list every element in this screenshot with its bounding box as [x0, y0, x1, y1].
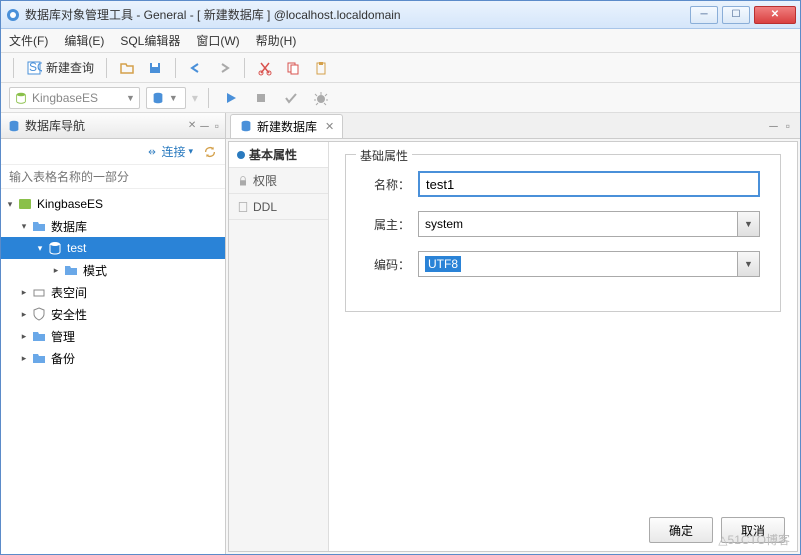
filter-input[interactable]: [1, 165, 225, 189]
svg-text:SQL: SQL: [29, 60, 42, 74]
folder-icon: [31, 350, 47, 366]
menu-sql[interactable]: SQL编辑器: [120, 32, 180, 49]
menu-help[interactable]: 帮助(H): [256, 32, 297, 49]
label-encoding: 编码：: [366, 256, 410, 273]
copy-icon[interactable]: [281, 58, 305, 78]
maximize-button[interactable]: ☐: [722, 6, 750, 24]
menu-window[interactable]: 窗口(W): [196, 32, 239, 49]
commit-icon[interactable]: [279, 88, 303, 108]
ok-button[interactable]: 确定: [649, 517, 713, 543]
name-input[interactable]: [418, 171, 760, 197]
editor-tabbar: 新建数据库 ✕ ─ ▫: [226, 113, 800, 139]
tree-node-backup[interactable]: ▸备份: [1, 347, 225, 369]
tree-node-test[interactable]: ▾test: [1, 237, 225, 259]
link-icon: [146, 146, 158, 158]
label-owner: 属主：: [366, 216, 410, 233]
menu-file[interactable]: 文件(F): [9, 32, 48, 49]
connect-link[interactable]: 连接 ▾: [146, 143, 193, 160]
sidebar-item-ddl[interactable]: DDL: [229, 194, 328, 220]
menu-edit[interactable]: 编辑(E): [64, 32, 104, 49]
folder-icon: [63, 262, 79, 278]
tree-node-databases[interactable]: ▾数据库: [1, 215, 225, 237]
editor-tab-newdb[interactable]: 新建数据库 ✕: [230, 114, 343, 138]
fieldset-title: 基础属性: [356, 147, 412, 164]
folder-icon: [31, 218, 47, 234]
execute-icon[interactable]: [219, 88, 243, 108]
shield-icon: [31, 306, 47, 322]
owner-value: system: [425, 217, 463, 231]
tab-close-icon[interactable]: ✕: [325, 120, 334, 133]
owner-select[interactable]: system ▼: [418, 211, 760, 237]
connection-combo[interactable]: KingbaseES ▼: [9, 87, 140, 109]
app-icon: [5, 7, 21, 23]
titlebar: 数据库对象管理工具 - General - [ 新建数据库 ] @localho…: [1, 1, 800, 29]
database-combo[interactable]: ▼: [146, 87, 186, 109]
menubar: 文件(F) 编辑(E) SQL编辑器 窗口(W) 帮助(H): [1, 29, 800, 53]
window-title: 数据库对象管理工具 - General - [ 新建数据库 ] @localho…: [25, 6, 690, 23]
close-tab-icon[interactable]: ✕: [188, 120, 196, 131]
connection-name: KingbaseES: [32, 91, 122, 105]
editor-panel: 新建数据库 ✕ ─ ▫ 基本属性 权限 DDL 基础属性: [226, 113, 800, 554]
main-toolbar: SQL 新建查询: [1, 53, 800, 83]
label-name: 名称：: [366, 176, 410, 193]
database-icon: [47, 240, 63, 256]
navigator-title: 数据库导航: [25, 117, 184, 134]
encoding-select[interactable]: UTF8 ▼: [418, 251, 760, 277]
save-icon[interactable]: [143, 58, 167, 78]
paste-icon[interactable]: [309, 58, 333, 78]
stop-icon[interactable]: [249, 88, 273, 108]
chevron-down-icon: ▼: [126, 93, 135, 103]
new-query-label: 新建查询: [46, 59, 94, 76]
sidebar-item-basic[interactable]: 基本属性: [229, 142, 328, 168]
tree-node-tablespaces[interactable]: ▸表空间: [1, 281, 225, 303]
property-sidebar: 基本属性 权限 DDL: [229, 142, 329, 551]
tree-node-schema[interactable]: ▸模式: [1, 259, 225, 281]
connection-icon: [17, 196, 33, 212]
database-icon: [14, 91, 28, 105]
redo-icon[interactable]: [212, 58, 236, 78]
restore-editor-icon[interactable]: ▫: [786, 119, 790, 133]
navigator-tab[interactable]: 数据库导航 ✕ ─ ▫: [1, 113, 225, 139]
db-icon: [151, 91, 165, 105]
connection-toolbar: KingbaseES ▼ ▼ ▾: [1, 83, 800, 113]
script-icon: [237, 201, 249, 213]
minimize-button[interactable]: ─: [690, 6, 718, 24]
encoding-value: UTF8: [425, 256, 461, 272]
cut-icon[interactable]: [253, 58, 277, 78]
debug-icon[interactable]: [309, 88, 333, 108]
bullet-icon: [237, 151, 245, 159]
db-tree: ▾KingbaseES ▾数据库 ▾test ▸模式 ▸表空间 ▸安全性 ▸管理…: [1, 189, 225, 554]
minimize-editor-icon[interactable]: ─: [769, 119, 778, 133]
new-query-button[interactable]: SQL 新建查询: [22, 57, 98, 78]
editor-tab-label: 新建数据库: [257, 118, 317, 135]
navigator-panel: 数据库导航 ✕ ─ ▫ 连接 ▾ ▾KingbaseES ▾数据库 ▾te: [1, 113, 226, 554]
close-button[interactable]: ✕: [754, 6, 796, 24]
minimize-panel-icon[interactable]: ─: [200, 119, 209, 133]
db-nav-icon: [7, 119, 21, 133]
folder-icon: [31, 328, 47, 344]
tablespace-icon: [31, 284, 47, 300]
property-form: 基础属性 名称： 属主： system ▼: [329, 142, 797, 551]
chevron-down-icon[interactable]: ▼: [737, 212, 759, 236]
tree-node-connection[interactable]: ▾KingbaseES: [1, 193, 225, 215]
sidebar-item-permissions[interactable]: 权限: [229, 168, 328, 194]
open-icon[interactable]: [115, 58, 139, 78]
chevron-down-icon: ▼: [169, 93, 178, 103]
sql-icon: SQL: [26, 60, 42, 76]
cancel-button[interactable]: 取消: [721, 517, 785, 543]
lock-icon: [237, 175, 249, 187]
tree-node-security[interactable]: ▸安全性: [1, 303, 225, 325]
refresh-icon[interactable]: [203, 145, 217, 159]
tree-node-management[interactable]: ▸管理: [1, 325, 225, 347]
database-icon: [239, 119, 253, 133]
view-menu-icon[interactable]: ▫: [215, 119, 219, 133]
undo-icon[interactable]: [184, 58, 208, 78]
chevron-down-icon[interactable]: ▼: [737, 252, 759, 276]
